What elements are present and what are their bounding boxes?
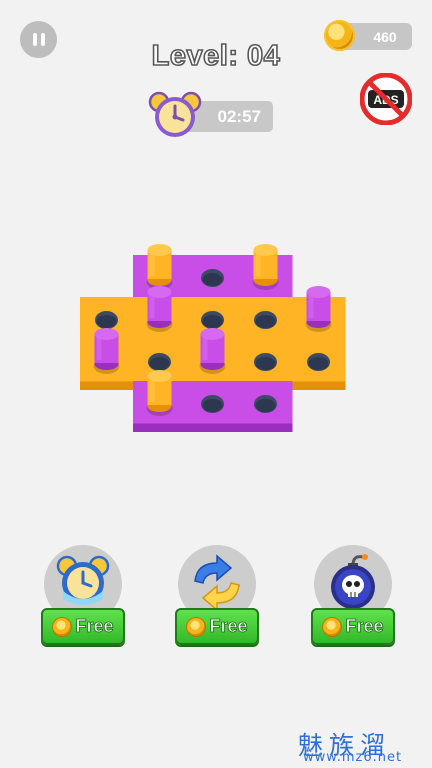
coin-icon: [186, 616, 207, 637]
tile-side: [186, 423, 240, 432]
free-label: Free: [75, 616, 114, 637]
free-button[interactable]: Free: [175, 608, 259, 645]
orange-peg-top[interactable]: [147, 244, 172, 256]
tile-side: [239, 423, 293, 432]
hole-shadow: [202, 315, 223, 328]
coin-icon: [322, 616, 343, 637]
freeze-clock-icon: [56, 555, 110, 605]
peg-highlight[interactable]: [149, 252, 155, 276]
hole-shadow: [202, 273, 223, 286]
purple-peg-top[interactable]: [200, 328, 225, 340]
orange-peg-top[interactable]: [253, 244, 278, 256]
game-board: [80, 244, 346, 432]
peg-highlight[interactable]: [96, 336, 102, 360]
booster-freeze-time[interactable]: Free: [41, 545, 125, 649]
peg-highlight[interactable]: [202, 336, 208, 360]
skull-bomb-icon: [331, 554, 375, 609]
shuffle-arrows-icon: [194, 554, 240, 612]
hole-shadow: [255, 399, 276, 412]
booster-shuffle[interactable]: Free: [175, 545, 259, 649]
tile-side: [133, 423, 187, 432]
hole-shadow: [255, 357, 276, 370]
free-label: Free: [209, 616, 248, 637]
peg-highlight[interactable]: [149, 378, 155, 402]
purple-peg-top[interactable]: [306, 286, 331, 298]
free-button[interactable]: Free: [41, 608, 125, 645]
purple-peg-top[interactable]: [147, 286, 172, 298]
coin-icon: [52, 616, 73, 637]
hole-shadow: [255, 315, 276, 328]
peg-highlight[interactable]: [255, 252, 261, 276]
orange-peg-top[interactable]: [147, 370, 172, 382]
tile-side: [292, 381, 346, 390]
peg-highlight[interactable]: [308, 294, 314, 318]
tile-side: [80, 381, 134, 390]
hole-shadow: [96, 315, 117, 328]
hole-shadow: [308, 357, 329, 370]
peg-highlight[interactable]: [149, 294, 155, 318]
hole-shadow: [149, 357, 170, 370]
free-button[interactable]: Free: [311, 608, 395, 645]
watermark-url: www.mz6.net: [303, 750, 403, 765]
booster-bomb[interactable]: Free: [311, 545, 395, 649]
hole-shadow: [202, 399, 223, 412]
purple-peg-top[interactable]: [94, 328, 119, 340]
free-label: Free: [345, 616, 384, 637]
